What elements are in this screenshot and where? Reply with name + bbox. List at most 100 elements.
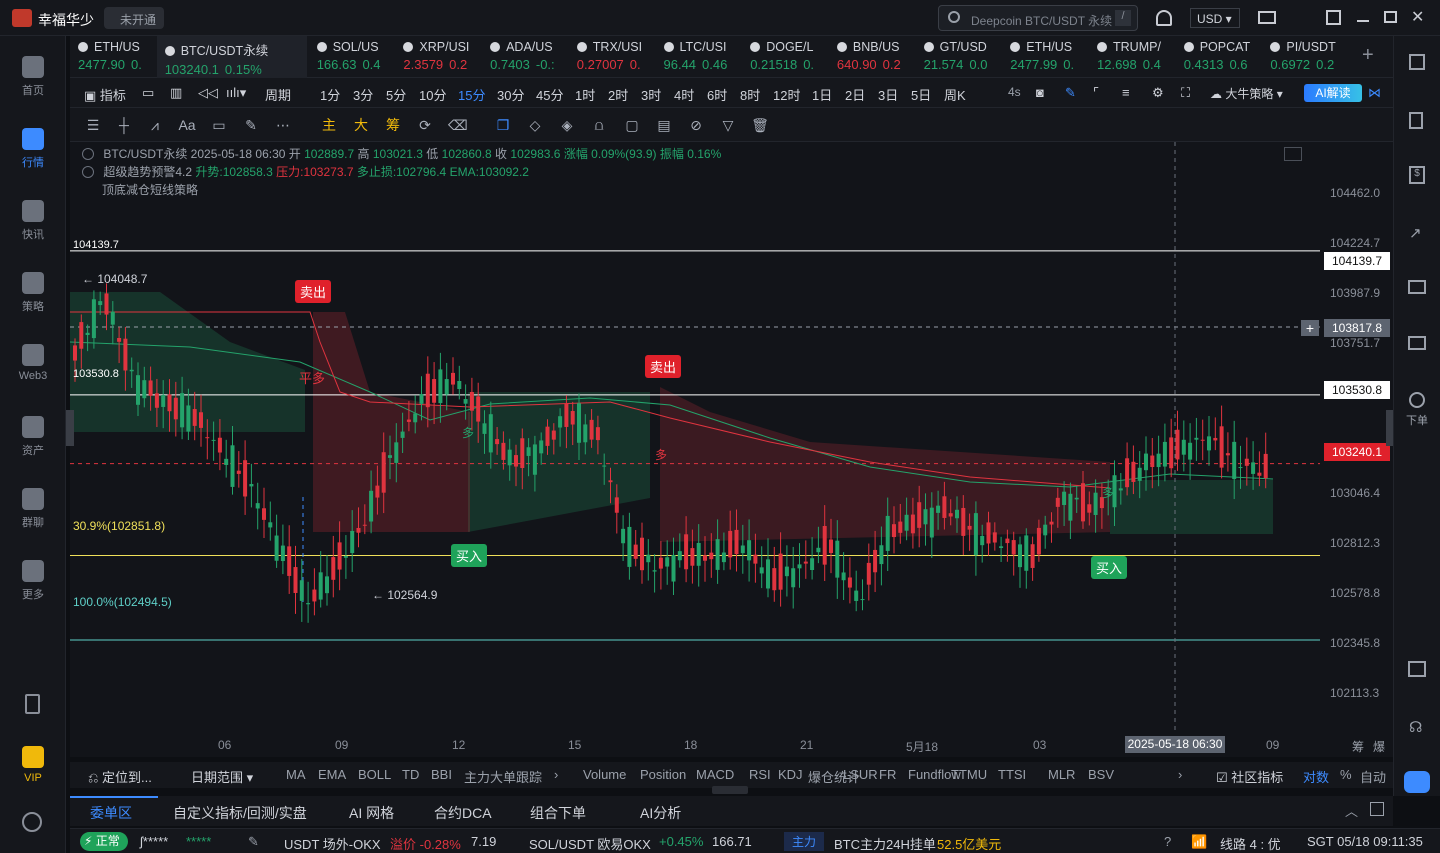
panel-tab-2[interactable]: AI 网格 [349, 803, 394, 823]
panel-tab-1[interactable]: 自定义指标/回测/实盘 [173, 803, 307, 823]
locate-button[interactable]: ⎌ 定位到... [88, 767, 152, 786]
ticker-13[interactable]: PI/USDT 0.6972 0.2 [1262, 36, 1348, 78]
connection-status[interactable]: ⚡ 正常 [80, 832, 128, 851]
brush-icon[interactable]: ✎ [242, 116, 260, 134]
ticker-10[interactable]: ETH/US 2477.99 0. [1002, 36, 1088, 78]
period-3[interactable]: 10分 [419, 85, 446, 104]
rewind-icon[interactable]: ◁◁ [198, 85, 218, 101]
trend-icon[interactable]: ↗ [1409, 224, 1422, 242]
ticker-4[interactable]: ADA/US 0.7403 -0.: [482, 36, 568, 78]
panel-tab-3[interactable]: 合约DCA [434, 803, 492, 823]
collapse-icon[interactable] [82, 166, 94, 178]
ticker-1[interactable]: BTC/USDT永续 103240.1 0.15% [156, 36, 307, 78]
period-2[interactable]: 5分 [386, 85, 406, 104]
mail-icon[interactable] [1258, 11, 1276, 24]
period-17[interactable]: 5日 [911, 85, 931, 104]
ticker-11[interactable]: TRUMP/12.698 0.4 [1089, 36, 1175, 78]
settings-icon[interactable]: ⚙ [1152, 85, 1164, 101]
indicator-18[interactable]: BSV [1088, 767, 1114, 782]
period-7[interactable]: 1时 [575, 85, 595, 104]
indicator-13[interactable]: FR [879, 767, 896, 782]
indicator-5[interactable]: 主力大单跟踪 [464, 767, 542, 786]
indicator-15[interactable]: TTMU [951, 767, 987, 782]
list-icon[interactable]: ≡ [1122, 85, 1130, 100]
refresh-interval[interactable]: 4s [1008, 85, 1021, 99]
date-range-button[interactable]: 日期范围 ▾ [191, 767, 253, 786]
ticker-8[interactable]: BNB/US 640.90 0.2 [829, 36, 915, 78]
ticker-3[interactable]: XRP/USI 2.3579 0.2 [395, 36, 481, 78]
news-text[interactable]: BTC主力24H挂单 [834, 834, 936, 853]
avatar[interactable] [12, 9, 32, 27]
period-18[interactable]: 周K [944, 85, 966, 104]
popout-panel-icon[interactable] [1370, 802, 1384, 816]
restore-icon[interactable] [1384, 11, 1397, 23]
copy-icon[interactable]: ❐ [494, 116, 512, 134]
nav-item-6[interactable]: 群聊 [0, 488, 66, 530]
indicator-4[interactable]: BBI [431, 767, 452, 782]
period-15[interactable]: 2日 [845, 85, 865, 104]
chart-expand-icon[interactable] [1284, 147, 1302, 161]
community-indicator[interactable]: ☑ 社区指标 [1216, 767, 1283, 786]
search-box[interactable]: Deepcoin BTC/USDT 永续 / [938, 5, 1138, 31]
order-icon[interactable] [1409, 392, 1425, 408]
filter-icon[interactable]: ▽ [719, 116, 737, 134]
indicator-12[interactable]: LSUR [843, 767, 878, 782]
tool-big[interactable]: 大 [352, 116, 370, 134]
tool-main[interactable]: 主 [320, 116, 338, 134]
log-scale-toggle[interactable]: 对数 [1303, 767, 1329, 786]
nav-item-8[interactable]: VIP [0, 746, 66, 784]
chart-canvas[interactable] [70, 142, 1393, 757]
chart-type-icon[interactable]: ıılı▾ [226, 85, 246, 101]
document-icon[interactable] [1409, 112, 1423, 129]
nav-item-4[interactable]: Web3 [0, 344, 66, 382]
lock-icon[interactable]: ▢ [623, 116, 641, 134]
calendar-icon[interactable]: ▭ [142, 85, 154, 101]
indicator-16[interactable]: TTSI [998, 767, 1026, 782]
popout-icon[interactable] [1326, 10, 1341, 25]
indicator-2[interactable]: BOLL [358, 767, 391, 782]
indicator-0[interactable]: MA [286, 767, 306, 782]
headset-icon[interactable]: ☊ [1409, 718, 1422, 736]
pencil-icon[interactable]: ✎ [248, 834, 259, 850]
nav-item-1[interactable]: 行情 [0, 128, 66, 170]
ticker-2[interactable]: SOL/US 166.63 0.4 [309, 36, 395, 78]
currency-select[interactable]: USD ▾ [1190, 8, 1240, 28]
trash-icon[interactable]: 🗑 [751, 116, 769, 134]
period-0[interactable]: 1分 [320, 85, 340, 104]
settings-gear-icon[interactable] [22, 812, 42, 832]
text-icon[interactable]: Aa [178, 116, 196, 134]
ticker-12[interactable]: POPCAT 0.4313 0.6 [1176, 36, 1262, 78]
share-icon[interactable]: ⋈ [1368, 85, 1381, 101]
add-alert-icon[interactable]: + [1301, 320, 1319, 336]
add-ticker-icon[interactable]: + [1362, 44, 1374, 67]
ticker-6[interactable]: LTC/USI 96.44 0.46 [656, 36, 742, 78]
hline-icon[interactable]: ┼ [115, 116, 133, 134]
scroll-left-icon[interactable]: › [554, 767, 558, 782]
cycle-button[interactable]: 周期 [265, 85, 291, 104]
trendline-icon[interactable]: ⩘ [146, 116, 164, 134]
price-chart[interactable]: BTC/USDT永续 2025-05-18 06:30 开 102889.7 高… [70, 142, 1393, 757]
period-10[interactable]: 4时 [674, 85, 694, 104]
panel-resize-handle[interactable] [712, 786, 748, 794]
tool-chip[interactable]: 筹 [384, 116, 402, 134]
period-4[interactable]: 15分 [458, 85, 485, 104]
crop-icon[interactable]: ⌜ [1093, 85, 1099, 101]
panel-tab-4[interactable]: 组合下单 [530, 803, 586, 823]
period-1[interactable]: 3分 [353, 85, 373, 104]
indicator-3[interactable]: TD [402, 767, 419, 782]
collapse-icon[interactable] [82, 148, 94, 160]
period-8[interactable]: 2时 [608, 85, 628, 104]
eraser-icon[interactable]: ◈ [558, 116, 576, 134]
period-11[interactable]: 6时 [707, 85, 727, 104]
grid-icon[interactable] [1409, 54, 1425, 70]
layout-icon[interactable]: ▥ [170, 85, 182, 101]
chip-toggle[interactable]: 筹 [1352, 738, 1364, 755]
period-16[interactable]: 3日 [878, 85, 898, 104]
ticker-9[interactable]: GT/USD 21.574 0.0 [916, 36, 1002, 78]
period-9[interactable]: 3时 [641, 85, 661, 104]
refresh-icon[interactable]: ⟳ [416, 116, 434, 134]
period-14[interactable]: 1日 [812, 85, 832, 104]
indicator-button[interactable]: ▣ 指标 [84, 85, 126, 104]
period-12[interactable]: 8时 [740, 85, 760, 104]
indicator-1[interactable]: EMA [318, 767, 346, 782]
